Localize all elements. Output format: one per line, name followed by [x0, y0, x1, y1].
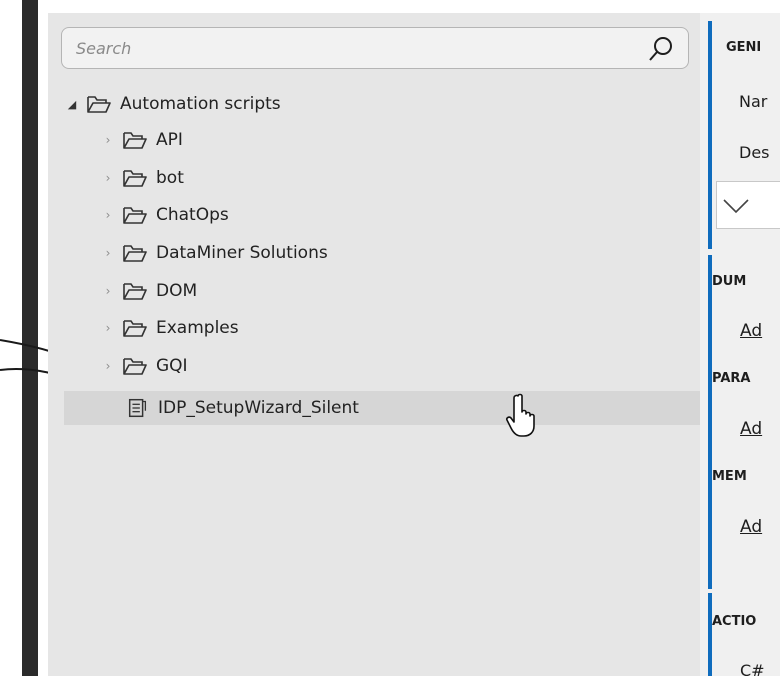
expand-arrow-icon[interactable]: › [100, 359, 116, 373]
tree-folder-dataminer-solutions[interactable]: › DataMiner Solutions [100, 237, 328, 269]
tree-folder-dom[interactable]: › DOM [100, 275, 198, 307]
expand-arrow-icon[interactable]: › [100, 208, 116, 222]
folder-icon [123, 132, 147, 149]
section-accent [708, 21, 712, 266]
expand-arrow-icon[interactable]: › [100, 321, 116, 335]
folder-icon [123, 207, 147, 224]
section-accent [708, 255, 712, 589]
collapse-arrow-icon[interactable]: ◢ [64, 98, 80, 111]
tree-root-automation-scripts[interactable]: ◢ Automation scripts [64, 88, 664, 120]
tree-node-label: Examples [156, 318, 239, 338]
tree-node-label: DataMiner Solutions [156, 243, 328, 263]
section-accent [708, 593, 712, 676]
section-title-memory: MEM [712, 469, 747, 484]
expand-arrow-icon[interactable]: › [100, 246, 116, 260]
add-parameter-link[interactable]: Ad [740, 419, 762, 439]
expand-arrow-icon[interactable]: › [100, 284, 116, 298]
tree-folder-examples[interactable]: › Examples [100, 312, 239, 344]
section-title-dummies: DUM [712, 274, 747, 289]
tree-node-label: Automation scripts [120, 94, 281, 114]
properties-panel: GENI Nar Des DUM Ad PARA Ad MEM Ad ACTIO… [700, 13, 780, 676]
tree-node-label: GQI [156, 356, 188, 376]
section-title-parameters: PARA [712, 371, 751, 386]
description-field-label: Des [739, 143, 770, 162]
tree-node-label: bot [156, 168, 184, 188]
action-type-label: C# [740, 661, 765, 676]
script-icon [128, 398, 147, 418]
folder-icon [123, 320, 147, 337]
folder-icon [123, 358, 147, 375]
folder-icon [123, 245, 147, 262]
tree-folder-gqi[interactable]: › GQI [100, 350, 188, 382]
tree-folder-bot[interactable]: › bot [100, 162, 184, 194]
tree-node-label: API [156, 130, 183, 150]
folder-icon [123, 283, 147, 300]
section-title-actions: ACTIO [712, 614, 757, 629]
search-icon[interactable] [648, 35, 674, 63]
add-memory-link[interactable]: Ad [740, 517, 762, 537]
add-dummy-link[interactable]: Ad [740, 321, 762, 341]
expand-arrow-icon[interactable]: › [100, 171, 116, 185]
section-general: GENI Nar Des [700, 21, 780, 266]
chevron-down-icon [723, 199, 749, 214]
hand-cursor-icon [506, 393, 535, 437]
folder-icon [123, 170, 147, 187]
expand-arrow-icon[interactable]: › [100, 133, 116, 147]
section-title-general: GENI [726, 40, 762, 55]
tree-folder-chatops[interactable]: › ChatOps [100, 199, 229, 231]
search-input[interactable] [76, 36, 616, 60]
tree-node-label: DOM [156, 281, 198, 301]
search-box[interactable] [61, 27, 689, 69]
section-dummies: DUM Ad PARA Ad MEM Ad [700, 249, 780, 589]
tree-script-idp-setupwizard-silent[interactable]: IDP_SetupWizard_Silent [64, 391, 700, 425]
expand-details-button[interactable] [716, 181, 780, 229]
folder-open-icon [87, 96, 111, 113]
section-actions: ACTIO C# [700, 589, 780, 676]
tree-node-label: IDP_SetupWizard_Silent [158, 398, 359, 418]
tree-folder-api[interactable]: › API [100, 124, 183, 156]
name-field-label: Nar [739, 92, 768, 111]
tree-node-label: ChatOps [156, 205, 229, 225]
